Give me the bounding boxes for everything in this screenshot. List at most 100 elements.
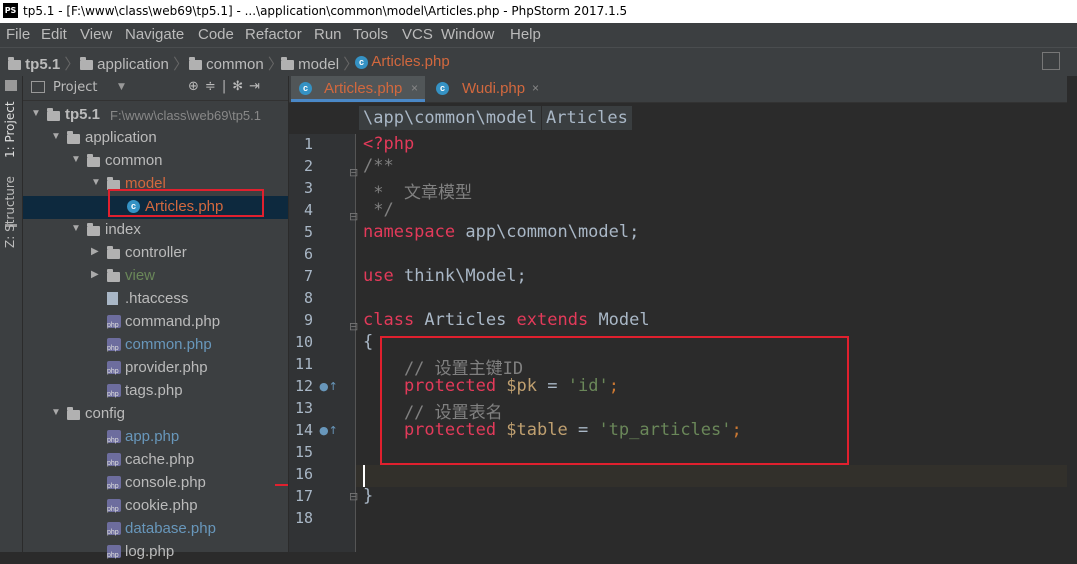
override-property-icon[interactable]: ●↑ — [319, 424, 338, 437]
class-icon: c — [436, 82, 449, 95]
folder-icon — [67, 407, 80, 420]
line-number: 10 — [294, 333, 313, 351]
breadcrumb-tp51[interactable]: tp5.1 〉 — [8, 53, 79, 74]
menu-file[interactable]: File — [6, 26, 30, 43]
expand-arrow-icon[interactable]: ▼ — [71, 223, 81, 234]
project-path: F:\www\class\web69\tp5.1 — [110, 108, 262, 123]
code-line-1[interactable]: <?php — [363, 134, 414, 154]
close-tab-icon[interactable]: × — [532, 81, 539, 95]
code-line-17[interactable]: } — [363, 486, 373, 506]
project-panel: Project ▼ ⊕≑|✻⇥ ▼ tp5.1 F:\www\class\web69… — [23, 76, 310, 560]
menu-window[interactable]: Window — [441, 26, 494, 43]
fold-icon[interactable]: ⊟ — [349, 490, 358, 503]
hide-panel-icon[interactable]: ⇥ — [249, 79, 266, 94]
expand-arrow-icon[interactable]: ▼ — [71, 154, 81, 165]
menu-help[interactable]: Help — [510, 26, 541, 43]
tab-articles-php[interactable]: c Articles.php × — [291, 76, 425, 102]
menu-navigate[interactable]: Navigate — [125, 26, 184, 43]
namespace-crumb[interactable]: \app\common\model — [359, 106, 541, 130]
phpstorm-logo-icon: PS — [3, 3, 18, 18]
tool-separator: | — [221, 79, 233, 94]
tree-item[interactable]: ▼ application — [23, 127, 288, 150]
php-file-icon — [107, 361, 121, 375]
breadcrumb-model[interactable]: model 〉 — [281, 53, 358, 74]
code-line-4[interactable]: */ — [363, 200, 393, 220]
tree-item-label: cookie.php — [125, 497, 198, 514]
highlight-box-properties — [380, 336, 849, 465]
folder-icon — [87, 223, 100, 236]
tree-item-label: application — [85, 129, 157, 146]
tree-item[interactable]: ▶ view — [23, 265, 288, 288]
tree-item-label: tags.php — [125, 382, 183, 399]
tree-item-label: .htaccess — [125, 290, 189, 307]
locate-file-icon[interactable]: ⊕ — [188, 79, 205, 94]
tree-item[interactable]: app.php — [23, 426, 288, 449]
tree-item[interactable]: ▶ controller — [23, 242, 288, 265]
tab-structure-tool[interactable]: Z: Structure — [3, 176, 17, 248]
expand-arrow-icon[interactable]: ▼ — [51, 407, 61, 418]
php-file-icon — [107, 476, 121, 490]
menu-tools[interactable]: Tools — [353, 26, 388, 43]
menu-edit[interactable]: Edit — [41, 26, 67, 43]
window-title-bar: PS tp5.1 - [F:\www\class\web69\tp5.1] - … — [0, 0, 1077, 23]
breadcrumb-articles-php[interactable]: c Articles.php — [355, 53, 450, 70]
tree-item[interactable]: tags.php — [23, 380, 288, 403]
tree-item[interactable]: provider.php — [23, 357, 288, 380]
tree-item[interactable]: ▼ index — [23, 219, 288, 242]
tab-project-tool[interactable]: 1: Project — [3, 101, 17, 158]
tree-item[interactable]: cookie.php — [23, 495, 288, 518]
tree-item-label: cache.php — [125, 451, 195, 468]
fold-icon[interactable]: ⊟ — [349, 210, 358, 223]
tree-item[interactable]: database.php — [23, 518, 288, 541]
tree-item-label: provider.php — [125, 359, 208, 376]
menu-refactor[interactable]: Refactor — [245, 26, 302, 43]
breadcrumb-application[interactable]: application 〉 — [80, 53, 188, 74]
override-property-icon[interactable]: ●↑ — [319, 380, 338, 393]
code-line-9[interactable]: class Articles extends Model — [363, 310, 650, 330]
line-number: 8 — [303, 289, 313, 307]
fold-icon[interactable]: ⊟ — [349, 166, 358, 179]
tree-item[interactable]: command.php — [23, 311, 288, 334]
expand-arrow-icon[interactable]: ▼ — [91, 177, 101, 188]
tree-item[interactable]: console.php — [23, 472, 288, 495]
line-number: 15 — [294, 443, 313, 461]
editor-panel: c Articles.php × c Wudi.php × \app\commo… — [289, 76, 1077, 552]
project-tool-icon — [5, 80, 17, 91]
tree-item[interactable]: ▼ tp5.1 F:\www\class\web69\tp5.1 — [23, 104, 288, 127]
line-number: 12 — [294, 377, 313, 395]
tree-item[interactable]: .htaccess — [23, 288, 288, 311]
code-line-5[interactable]: namespace app\common\model; — [363, 222, 639, 242]
expand-arrow-icon[interactable]: ▼ — [31, 108, 41, 119]
code-line-2[interactable]: /** — [363, 156, 394, 176]
menu-code[interactable]: Code — [198, 26, 234, 43]
folder-icon — [107, 269, 120, 282]
tree-item[interactable]: log.php — [23, 541, 288, 564]
collapse-arrow-icon[interactable]: ▶ — [91, 269, 99, 280]
expand-arrow-icon[interactable]: ▼ — [51, 131, 61, 142]
menu-view[interactable]: View — [80, 26, 112, 43]
fold-icon[interactable]: ⊟ — [349, 320, 358, 333]
menu-vcs[interactable]: VCS — [402, 26, 433, 43]
tree-item[interactable]: ▼ config — [23, 403, 288, 426]
menu-run[interactable]: Run — [314, 26, 342, 43]
tab-wudi-php[interactable]: c Wudi.php × — [426, 76, 546, 102]
folder-icon — [47, 108, 60, 121]
breadcrumb-common[interactable]: common 〉 — [189, 53, 283, 74]
dropdown-arrow-icon[interactable]: ▼ — [118, 82, 125, 92]
maximize-panel-icon[interactable] — [1042, 52, 1060, 70]
tree-item[interactable]: ▼ common — [23, 150, 288, 173]
line-number: 2 — [303, 157, 313, 175]
close-tab-icon[interactable]: × — [411, 81, 418, 95]
tree-item[interactable]: common.php — [23, 334, 288, 357]
project-view-label[interactable]: Project — [53, 80, 97, 95]
tree-item-label: console.php — [125, 474, 206, 491]
class-crumb[interactable]: Articles — [542, 106, 632, 130]
settings-gear-icon[interactable]: ✻ — [232, 79, 249, 94]
collapse-arrow-icon[interactable]: ▶ — [91, 246, 99, 257]
php-file-icon — [107, 315, 121, 329]
code-line-7[interactable]: use think\Model; — [363, 266, 527, 286]
tree-item[interactable]: cache.php — [23, 449, 288, 472]
editor-tab-bar: c Articles.php × c Wudi.php × — [289, 76, 1077, 103]
collapse-all-icon[interactable]: ≑ — [205, 79, 222, 94]
code-line-10[interactable]: { — [363, 332, 373, 352]
